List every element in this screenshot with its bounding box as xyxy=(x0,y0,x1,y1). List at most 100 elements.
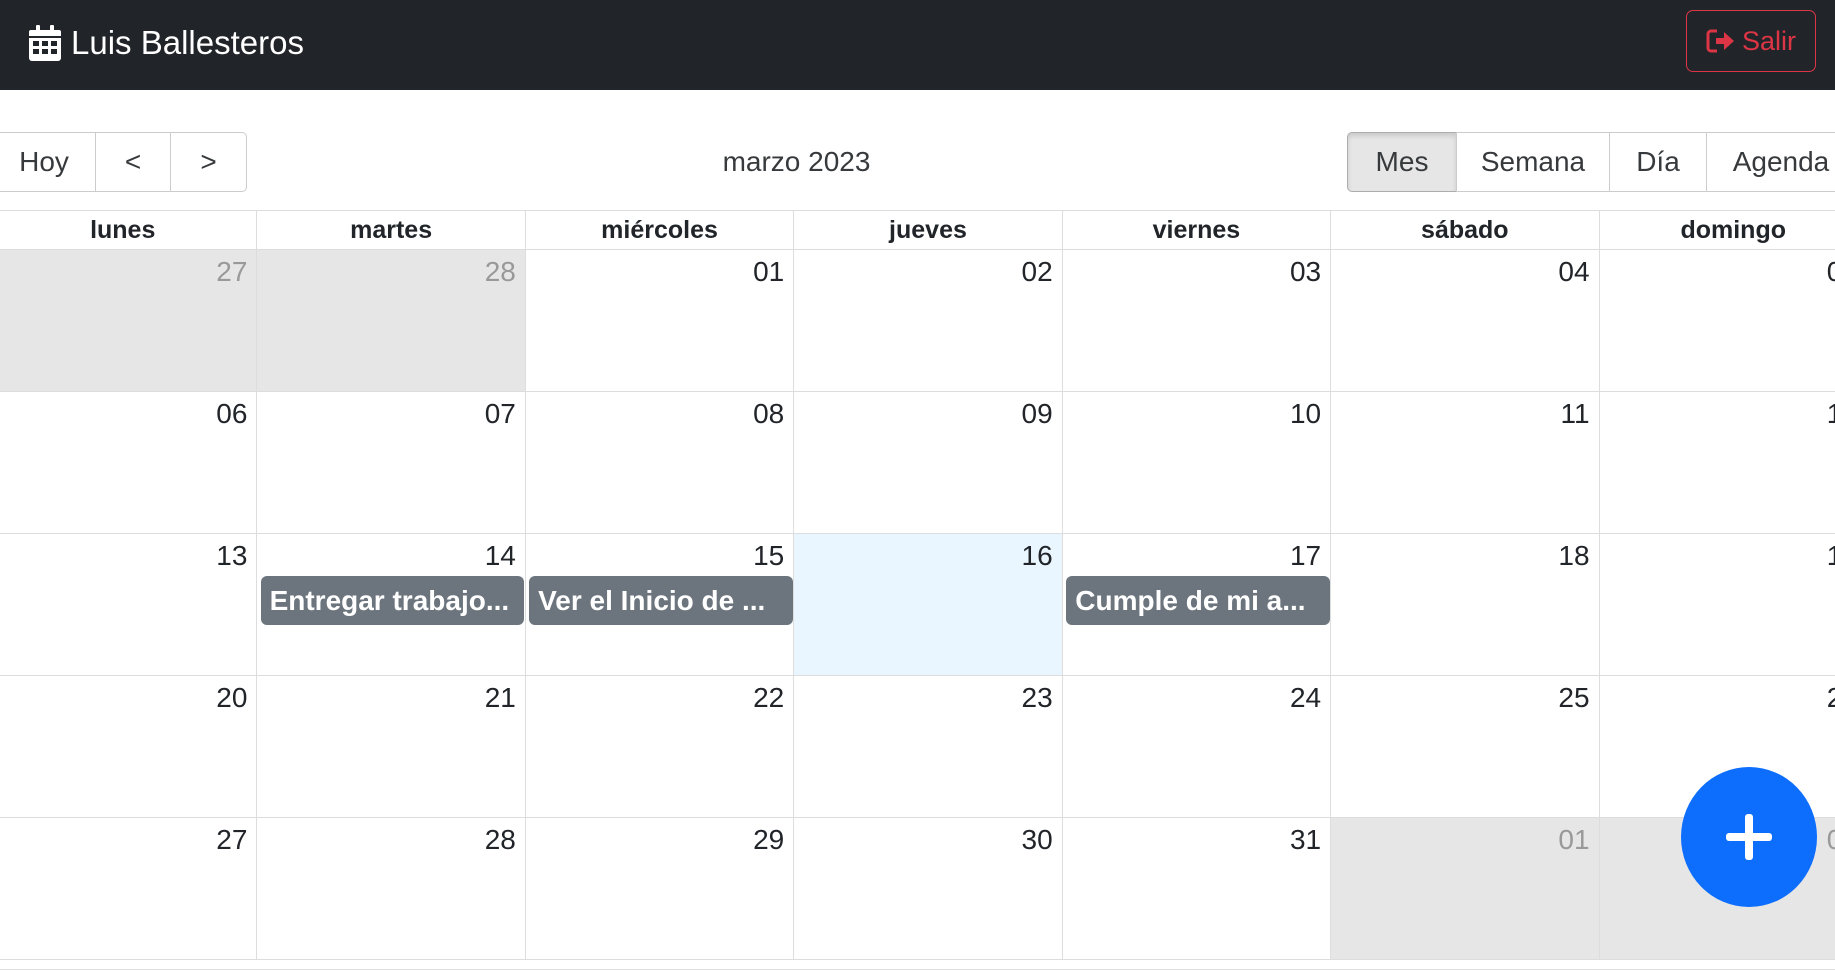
day-cell[interactable]: 21 xyxy=(256,676,524,817)
view-week-button[interactable]: Semana xyxy=(1456,132,1610,192)
logout-button[interactable]: Salir xyxy=(1686,10,1816,72)
day-number[interactable]: 10 xyxy=(1290,398,1321,430)
day-number[interactable]: 27 xyxy=(216,256,247,288)
day-number[interactable]: 22 xyxy=(753,682,784,714)
day-cell[interactable]: 05 xyxy=(1598,250,1835,391)
day-number[interactable]: 06 xyxy=(216,398,247,430)
day-cell[interactable]: 11 xyxy=(1330,392,1598,533)
view-agenda-button[interactable]: Agenda xyxy=(1706,132,1835,192)
day-cell[interactable]: 08 xyxy=(524,392,793,533)
weekday-label: domingo xyxy=(1598,211,1835,249)
month-label: marzo 2023 xyxy=(722,146,871,177)
day-cell[interactable]: 02 xyxy=(793,250,1061,391)
next-button[interactable]: > xyxy=(170,132,247,192)
day-number[interactable]: 23 xyxy=(1022,682,1053,714)
day-cell[interactable]: 27 xyxy=(0,818,256,959)
weeks-container: 27 28 01 02 03 04 05 06 07 08 09 10 11 12 13 14 15 16 17 18… xyxy=(0,250,1835,960)
day-cell[interactable]: 27 xyxy=(0,250,257,391)
day-cell[interactable]: 01 xyxy=(524,250,793,391)
today-button[interactable]: Hoy xyxy=(0,132,96,192)
day-number[interactable]: 19 xyxy=(1827,540,1835,572)
user-name: Luis Ballesteros xyxy=(71,24,304,61)
day-cell[interactable]: 31 xyxy=(1061,818,1330,959)
weekday-label: viernes xyxy=(1061,211,1330,249)
day-number[interactable]: 28 xyxy=(485,256,516,288)
day-cell[interactable]: 13 xyxy=(0,534,256,675)
day-cell[interactable]: 28 xyxy=(256,818,524,959)
day-number[interactable]: 31 xyxy=(1290,824,1321,856)
brand: Luis Ballesteros xyxy=(29,0,304,85)
week-row: 06 07 08 09 10 11 12 xyxy=(0,392,1835,534)
day-number[interactable]: 05 xyxy=(1827,256,1835,288)
calendar-event[interactable]: Cumple de mi a... xyxy=(1066,576,1330,625)
day-cell[interactable]: 09 xyxy=(793,392,1061,533)
day-number[interactable]: 08 xyxy=(753,398,784,430)
plus-icon xyxy=(1724,812,1774,862)
day-number[interactable]: 02 xyxy=(1022,256,1053,288)
day-number[interactable]: 09 xyxy=(1022,398,1053,430)
day-cell[interactable]: 30 xyxy=(793,818,1061,959)
day-number[interactable]: 03 xyxy=(1290,256,1321,288)
day-cell[interactable]: 22 xyxy=(524,676,793,817)
day-number[interactable]: 24 xyxy=(1290,682,1321,714)
calendar-event[interactable]: Entregar trabajo... xyxy=(260,576,525,625)
view-day-button[interactable]: Día xyxy=(1609,132,1707,192)
navbar: Luis Ballesteros Salir xyxy=(0,0,1835,90)
day-cell[interactable]: 23 xyxy=(793,676,1061,817)
sign-out-icon xyxy=(1706,28,1742,54)
day-number[interactable]: 02 xyxy=(1827,824,1835,856)
day-cell[interactable]: 25 xyxy=(1330,676,1598,817)
week-row: 27 28 01 02 03 04 05 xyxy=(0,250,1835,392)
day-number[interactable]: 01 xyxy=(753,256,784,288)
view-switcher: Mes Semana Día Agenda xyxy=(1347,132,1835,192)
weekday-label: martes xyxy=(256,211,524,249)
day-cell[interactable]: 10 xyxy=(1061,392,1330,533)
day-cell[interactable]: 20 xyxy=(0,676,256,817)
day-number[interactable]: 16 xyxy=(1022,540,1053,572)
day-number[interactable]: 17 xyxy=(1290,540,1321,572)
day-cell[interactable]: 29 xyxy=(524,818,793,959)
day-cell[interactable]: 04 xyxy=(1330,250,1598,391)
day-cell[interactable]: 19 xyxy=(1598,534,1835,675)
view-month-button[interactable]: Mes xyxy=(1347,132,1457,192)
day-cell[interactable]: 03 xyxy=(1061,250,1330,391)
weekday-label: lunes xyxy=(90,216,156,244)
day-cell[interactable]: 01 xyxy=(1330,818,1599,959)
day-number[interactable]: 18 xyxy=(1558,540,1589,572)
day-number[interactable]: 25 xyxy=(1558,682,1589,714)
day-number[interactable]: 13 xyxy=(216,540,247,572)
week-row: 20 21 22 23 24 25 26 xyxy=(0,676,1835,818)
calendar-icon xyxy=(29,24,71,61)
day-number[interactable]: 04 xyxy=(1558,256,1589,288)
day-number[interactable]: 30 xyxy=(1022,824,1053,856)
day-cell[interactable]: 28 xyxy=(256,250,525,391)
day-cell-today[interactable]: 16 xyxy=(793,534,1062,675)
day-cell[interactable]: 07 xyxy=(256,392,524,533)
week-row: 13 14 15 16 17 18 19 Entregar trabajo...Ver el … xyxy=(0,534,1835,676)
navigation-buttons: Hoy < > xyxy=(0,132,247,192)
day-number[interactable]: 11 xyxy=(1560,398,1589,430)
day-cell[interactable]: 24 xyxy=(1061,676,1330,817)
day-number[interactable]: 27 xyxy=(216,824,247,856)
weekday-label: miércoles xyxy=(524,211,793,249)
day-number[interactable]: 28 xyxy=(485,824,516,856)
day-number[interactable]: 15 xyxy=(753,540,784,572)
previous-button[interactable]: < xyxy=(95,132,171,192)
day-number[interactable]: 01 xyxy=(1558,824,1589,856)
day-number[interactable]: 21 xyxy=(485,682,516,714)
day-cell[interactable]: 18 xyxy=(1330,534,1598,675)
day-cell[interactable]: 06 xyxy=(0,392,256,533)
day-number[interactable]: 14 xyxy=(485,540,516,572)
day-number[interactable]: 26 xyxy=(1827,682,1835,714)
day-cell[interactable]: 12 xyxy=(1598,392,1835,533)
day-number[interactable]: 07 xyxy=(485,398,516,430)
day-number[interactable]: 29 xyxy=(753,824,784,856)
month-calendar: lunes martes miércoles jueves viernes sá… xyxy=(0,210,1835,970)
weekday-label: jueves xyxy=(793,211,1061,249)
day-number[interactable]: 12 xyxy=(1827,398,1835,430)
weekday-header: lunes martes miércoles jueves viernes sá… xyxy=(0,211,1835,250)
day-number[interactable]: 20 xyxy=(216,682,247,714)
add-event-button[interactable] xyxy=(1681,767,1817,907)
calendar-event[interactable]: Ver el Inicio de ... xyxy=(529,576,793,625)
calendar-toolbar: Hoy < > marzo 2023 Mes Semana Día Agenda xyxy=(0,132,1835,192)
